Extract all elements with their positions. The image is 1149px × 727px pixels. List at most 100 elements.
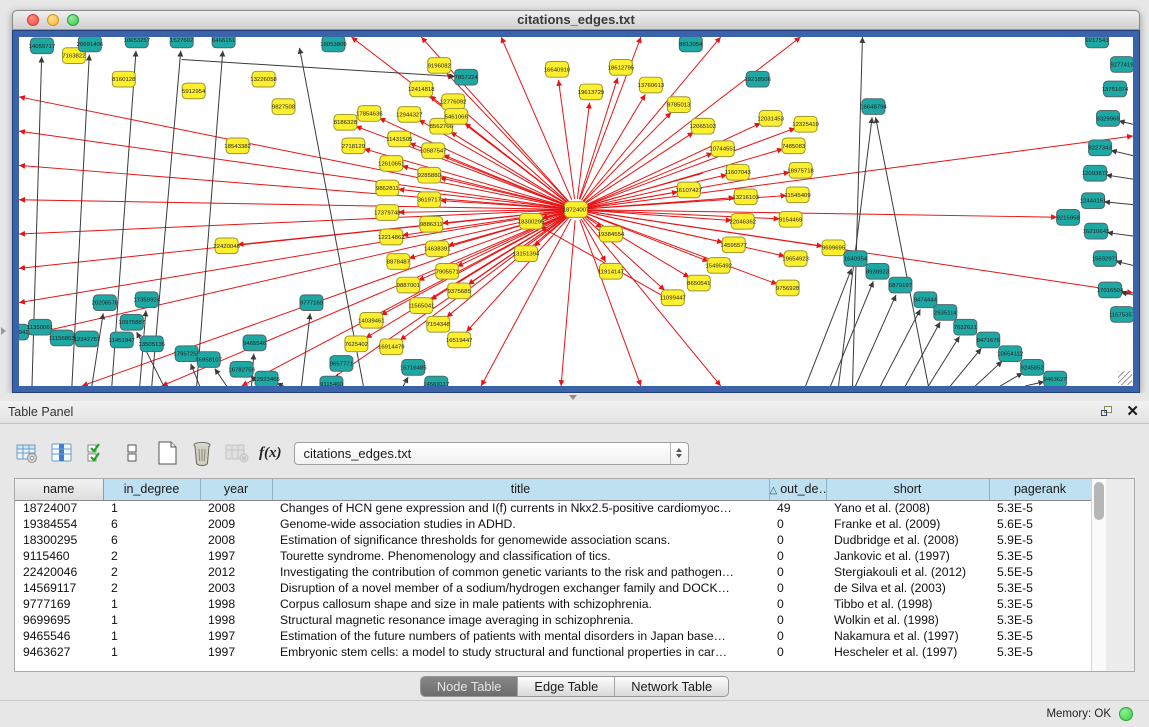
network-node[interactable]: 15716485 — [400, 360, 427, 376]
network-node[interactable]: 8471676 — [977, 332, 1001, 348]
network-node[interactable]: 11451947 — [109, 332, 135, 348]
network-canvas[interactable]: 1872400791960821241481812944327114315051… — [19, 37, 1133, 386]
network-node[interactable]: 18612795 — [608, 60, 635, 76]
network-node[interactable]: 10975887 — [118, 314, 145, 330]
network-node[interactable]: 12444151 — [1080, 193, 1107, 209]
network-node[interactable]: 9862811 — [376, 180, 399, 196]
network-node[interactable]: 12031453 — [757, 111, 784, 127]
network-node[interactable]: 9474444 — [914, 292, 938, 308]
network-node[interactable]: 19654923 — [782, 251, 809, 267]
network-node[interactable]: 11565041 — [408, 298, 434, 314]
network-node[interactable]: 16958107 — [195, 352, 222, 368]
network-node[interactable]: 9827508 — [272, 99, 296, 115]
network-node[interactable]: 10653257 — [123, 37, 150, 48]
table-row[interactable]: 1830029562008Estimation of significance … — [15, 532, 1091, 548]
table-row[interactable]: 1872400712008Changes of HCN gene express… — [15, 500, 1091, 516]
network-node[interactable]: 12065103 — [689, 118, 716, 134]
table-row[interactable]: 1938455462009Genome-wide association stu… — [15, 516, 1091, 532]
network-node[interactable]: 9329966 — [1096, 111, 1120, 127]
network-node[interactable]: 2718129 — [342, 138, 366, 154]
network-node[interactable]: 9227343 — [1088, 140, 1112, 156]
network-node[interactable]: 8160128 — [112, 71, 136, 87]
dropdown-stepper-icon[interactable] — [670, 443, 688, 464]
network-node[interactable]: 14638391 — [424, 241, 451, 257]
network-node[interactable]: 20691406 — [77, 37, 104, 52]
network-node[interactable]: 16640910 — [544, 62, 571, 78]
network-node[interactable]: 19384554 — [598, 226, 625, 242]
tab-edge-table[interactable]: Edge Table — [518, 677, 615, 696]
network-node[interactable]: 9196082 — [428, 58, 451, 74]
network-node[interactable]: 6466161 — [212, 37, 235, 48]
network-node[interactable]: 14055717 — [29, 38, 56, 54]
network-node[interactable]: 22046362 — [729, 213, 756, 229]
network-node[interactable]: 11156863 — [49, 330, 75, 346]
network-node[interactable]: 9699695 — [822, 240, 846, 256]
network-node[interactable]: 18975718 — [787, 162, 814, 178]
network-node[interactable]: 14039461 — [358, 312, 385, 328]
network-node[interactable]: 11431505 — [386, 131, 413, 147]
row-height-icon[interactable] — [119, 440, 145, 466]
network-node[interactable]: 16914479 — [378, 339, 405, 355]
network-node[interactable]: 13760613 — [638, 77, 665, 93]
network-node[interactable]: 9245652 — [1021, 360, 1044, 376]
table-row[interactable]: 969969511998Structural magnetic resonanc… — [15, 612, 1091, 628]
column-header-out-degree[interactable]: △out_de… — [769, 479, 826, 500]
network-node[interactable]: 12610651 — [378, 156, 405, 172]
network-node[interactable]: 9657771 — [330, 356, 353, 372]
table-row[interactable]: 946554611997Estimation of the future num… — [15, 628, 1091, 644]
network-node[interactable]: 12944327 — [396, 107, 423, 123]
network-node[interactable]: 16648794 — [860, 99, 887, 115]
network-node[interactable]: 8938923 — [866, 263, 890, 279]
network-node[interactable]: 11545409 — [785, 187, 812, 203]
network-node[interactable]: 14595577 — [720, 237, 747, 253]
column-header-year[interactable]: year — [200, 479, 272, 500]
column-header-pagerank[interactable]: pagerank — [989, 479, 1091, 500]
network-node[interactable]: 9887001 — [397, 277, 420, 293]
network-node[interactable]: 12214862 — [378, 229, 405, 245]
network-node[interactable]: 19218506 — [744, 71, 771, 87]
network-node[interactable]: 9465546 — [243, 335, 267, 351]
network-node[interactable]: 13505135 — [138, 336, 165, 352]
network-node[interactable]: 2935114 — [934, 305, 958, 321]
scrollbar-thumb[interactable] — [1094, 482, 1104, 520]
network-node[interactable]: 11914147 — [598, 263, 624, 279]
new-table-icon[interactable] — [154, 440, 180, 466]
vertical-scrollbar[interactable] — [1091, 479, 1106, 672]
network-node[interactable]: 15495492 — [705, 258, 732, 274]
function-builder-icon[interactable]: f(x) — [259, 445, 282, 462]
network-node[interactable]: 16053809 — [320, 37, 347, 52]
close-panel-icon[interactable]: ✕ — [1126, 406, 1139, 418]
panel-splitter[interactable] — [0, 393, 1149, 401]
table-settings-icon[interactable] — [14, 440, 40, 466]
network-node[interactable]: 18300295 — [518, 213, 545, 229]
network-node[interactable]: 7905571 — [436, 263, 459, 279]
column-header-short[interactable]: short — [826, 479, 989, 500]
network-node[interactable]: 13751074 — [1102, 81, 1129, 97]
network-node[interactable]: 6879197 — [889, 277, 912, 293]
table-row[interactable]: 1456911722003Disruption of a novel membe… — [15, 580, 1091, 596]
network-node[interactable]: 3619717 — [418, 192, 441, 208]
network-node[interactable]: 9115460 — [320, 376, 344, 386]
tab-network-table[interactable]: Network Table — [615, 677, 728, 696]
network-node[interactable]: 12414818 — [408, 81, 435, 97]
side-panel-handle[interactable] — [1, 327, 6, 335]
network-node[interactable]: 9215958 — [1056, 210, 1080, 226]
network-node[interactable]: 17854636 — [356, 106, 383, 122]
column-header-title[interactable]: title — [272, 479, 769, 500]
table-row[interactable]: 946362711997Embryonic stem cells: a mode… — [15, 644, 1091, 660]
memory-ok-indicator[interactable] — [1119, 707, 1133, 721]
network-node[interactable]: 12342757 — [74, 331, 101, 347]
select-column-icon[interactable] — [49, 440, 75, 466]
network-node[interactable]: 14569117 — [423, 376, 449, 386]
network-node[interactable]: 10744551 — [709, 141, 736, 157]
network-node[interactable]: 11675357 — [1109, 307, 1133, 323]
column-header-name[interactable]: name — [15, 479, 103, 500]
network-node[interactable]: 18543382 — [224, 138, 251, 154]
network-node[interactable]: 8813054 — [679, 37, 703, 52]
table-row[interactable]: 2242004622012Investigating the contribut… — [15, 564, 1091, 580]
table-selector-dropdown[interactable]: citations_edges.txt — [294, 442, 689, 465]
network-node[interactable]: 13226058 — [250, 71, 277, 87]
network-node[interactable]: 9777169 — [300, 295, 324, 311]
network-node[interactable]: 12776092 — [440, 94, 467, 110]
network-node[interactable]: 17359924 — [133, 292, 160, 308]
